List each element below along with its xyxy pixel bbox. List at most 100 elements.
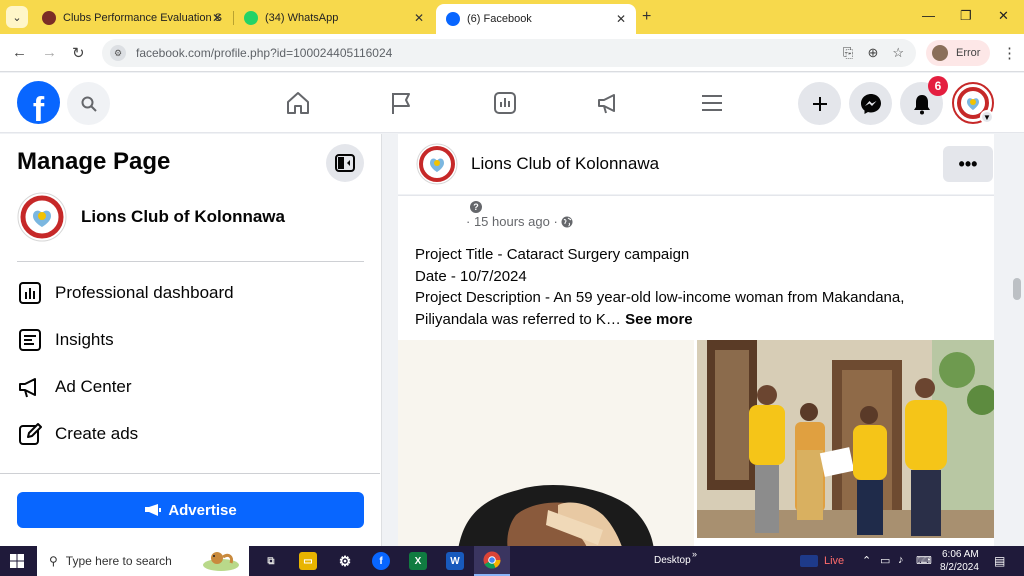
chrome-taskbar-button[interactable]: [474, 546, 510, 576]
lions-club-logo-icon[interactable]: [416, 143, 458, 185]
see-more-link[interactable]: See more: [625, 311, 693, 328]
post-line-last: Piliyandala was referred to K… See more: [415, 309, 975, 331]
bookmark-star-icon[interactable]: ☆: [892, 45, 904, 61]
bar-chart-icon: [494, 92, 516, 114]
site-info-icon[interactable]: ⚙: [110, 45, 126, 61]
patient-photo-image: [398, 340, 694, 550]
post-line: Date - 10/7/2024: [415, 267, 527, 285]
desktop-toolbar-label[interactable]: Desktop: [654, 555, 691, 566]
live-status-label[interactable]: Live: [824, 555, 844, 567]
sidebar-item-ad-center[interactable]: Ad Center: [17, 374, 132, 400]
profile-status-label: Error: [956, 47, 981, 59]
post-timestamp[interactable]: 15 hours ago: [474, 214, 550, 229]
toolbar-expand-icon[interactable]: »: [692, 549, 697, 559]
facebook-app-icon[interactable]: f: [372, 552, 390, 570]
close-icon[interactable]: ✕: [414, 11, 424, 25]
close-icon[interactable]: ✕: [616, 12, 626, 26]
notification-center-icon[interactable]: ▤: [994, 554, 1005, 568]
word-icon[interactable]: W: [446, 552, 464, 570]
windows-start-icon[interactable]: [10, 554, 24, 568]
profile-avatar: [932, 45, 948, 61]
maximize-icon[interactable]: ❐: [960, 8, 972, 24]
volume-icon[interactable]: ♪: [898, 554, 904, 566]
panel-toggle-icon: [335, 154, 355, 172]
ads-nav-button[interactable]: [593, 87, 625, 119]
search-highlight-icon: [197, 549, 243, 573]
taskbar-search-box[interactable]: ⚲ Type here to search: [37, 546, 249, 576]
manage-page-sidebar: Manage Page Lions Club of Kolonnawa Prof…: [0, 134, 382, 546]
more-options-button[interactable]: •••: [943, 146, 993, 182]
help-icon[interactable]: ?: [470, 201, 482, 213]
sidebar-page-name[interactable]: Lions Club of Kolonnawa: [81, 207, 285, 227]
home-icon: [287, 92, 309, 114]
scrollbar-thumb[interactable]: [1013, 278, 1021, 300]
sidebar-item-professional-dashboard[interactable]: Professional dashboard: [17, 280, 234, 306]
reload-icon[interactable]: ↻: [72, 44, 85, 62]
new-tab-button[interactable]: +: [642, 8, 651, 26]
install-app-icon[interactable]: ⎘: [843, 45, 853, 61]
lions-favicon-icon: [42, 11, 56, 25]
sidebar-item-create-ads[interactable]: Create ads: [17, 421, 138, 447]
tab-search-button[interactable]: ⌄: [6, 6, 28, 28]
insights-nav-button[interactable]: [489, 87, 521, 119]
profile-button[interactable]: Error: [926, 40, 991, 66]
create-button[interactable]: [798, 82, 841, 125]
settings-gear-icon[interactable]: ⚙: [336, 552, 354, 570]
back-icon[interactable]: ←: [12, 44, 27, 61]
whatsapp-favicon-icon: [244, 11, 258, 25]
dashboard-icon: [17, 280, 43, 306]
advertise-button[interactable]: Advertise: [17, 492, 364, 528]
page-title[interactable]: Lions Club of Kolonnawa: [471, 154, 659, 174]
hamburger-menu-icon: [702, 95, 722, 111]
address-bar[interactable]: ⚙ facebook.com/profile.php?id=1000244051…: [102, 39, 916, 67]
group-photo-image: [697, 340, 994, 538]
dot-separator: ·: [549, 214, 562, 229]
post-line: Piliyandala was referred to K…: [415, 310, 621, 328]
sidebar-collapse-button[interactable]: [326, 144, 364, 182]
tab-label: Clubs Performance Evaluation S: [63, 12, 222, 24]
post-photo-group[interactable]: [697, 340, 994, 538]
excel-icon[interactable]: X: [409, 552, 427, 570]
search-button[interactable]: [67, 82, 110, 125]
close-icon[interactable]: ✕: [212, 11, 222, 25]
task-view-icon[interactable]: ⧉: [262, 552, 280, 570]
zoom-icon[interactable]: ⊕: [867, 45, 878, 61]
page-scrollbar[interactable]: [1010, 134, 1024, 546]
browser-menu-icon[interactable]: ⋮: [1002, 44, 1017, 62]
tab-whatsapp[interactable]: (34) WhatsApp ✕: [234, 4, 434, 32]
clock-time[interactable]: 6:06 AM: [942, 549, 979, 560]
close-window-icon[interactable]: ✕: [998, 8, 1009, 24]
sidebar-page-profile[interactable]: Lions Club of Kolonnawa: [17, 192, 285, 242]
page-header: Lions Club of Kolonnawa •••: [398, 134, 994, 194]
clock-date[interactable]: 8/2/2024: [940, 562, 979, 573]
sidebar-item-label: Ad Center: [55, 377, 132, 396]
sidebar-item-label: Professional dashboard: [55, 283, 234, 302]
minimize-icon[interactable]: —: [922, 8, 935, 23]
url-text[interactable]: facebook.com/profile.php?id=100024405116…: [136, 46, 392, 60]
flag-icon: [392, 93, 410, 114]
show-hidden-icons-icon[interactable]: ⌃: [862, 554, 871, 567]
network-icon[interactable]: ▭: [880, 554, 890, 567]
file-explorer-icon[interactable]: ▭: [299, 552, 317, 570]
pages-nav-button[interactable]: [385, 87, 417, 119]
tab-clubs-performance[interactable]: Clubs Performance Evaluation S ✕: [32, 4, 232, 32]
keyboard-icon[interactable]: ⌨: [916, 554, 932, 567]
sidebar-item-insights[interactable]: Insights: [17, 327, 114, 353]
browser-tab-strip: ⌄ Clubs Performance Evaluation S ✕ (34) …: [0, 0, 1024, 34]
sidebar-item-label: Create ads: [55, 424, 139, 443]
megaphone-icon: [145, 504, 162, 516]
post-photo-patient[interactable]: [398, 340, 694, 550]
post-line: Project Title - Cataract Surgery campaig…: [415, 246, 690, 263]
facebook-logo-icon[interactable]: f: [17, 81, 60, 124]
post-meta: · 15 hours ago ·: [466, 214, 573, 229]
chevron-down-icon[interactable]: ▼: [980, 110, 994, 124]
forward-icon[interactable]: →: [42, 44, 57, 61]
bell-icon: [913, 94, 930, 114]
tab-facebook[interactable]: (6) Facebook ✕: [436, 4, 636, 34]
post-body: Project Title - Cataract Surgery campaig…: [415, 244, 975, 330]
windows-taskbar: ⚲ Type here to search ⧉ ▭ ⚙ f X W Deskto…: [0, 546, 1024, 576]
messenger-button[interactable]: [849, 82, 892, 125]
home-nav-button[interactable]: [282, 87, 314, 119]
menu-nav-button[interactable]: [696, 87, 728, 119]
dot-separator: ·: [466, 214, 474, 229]
